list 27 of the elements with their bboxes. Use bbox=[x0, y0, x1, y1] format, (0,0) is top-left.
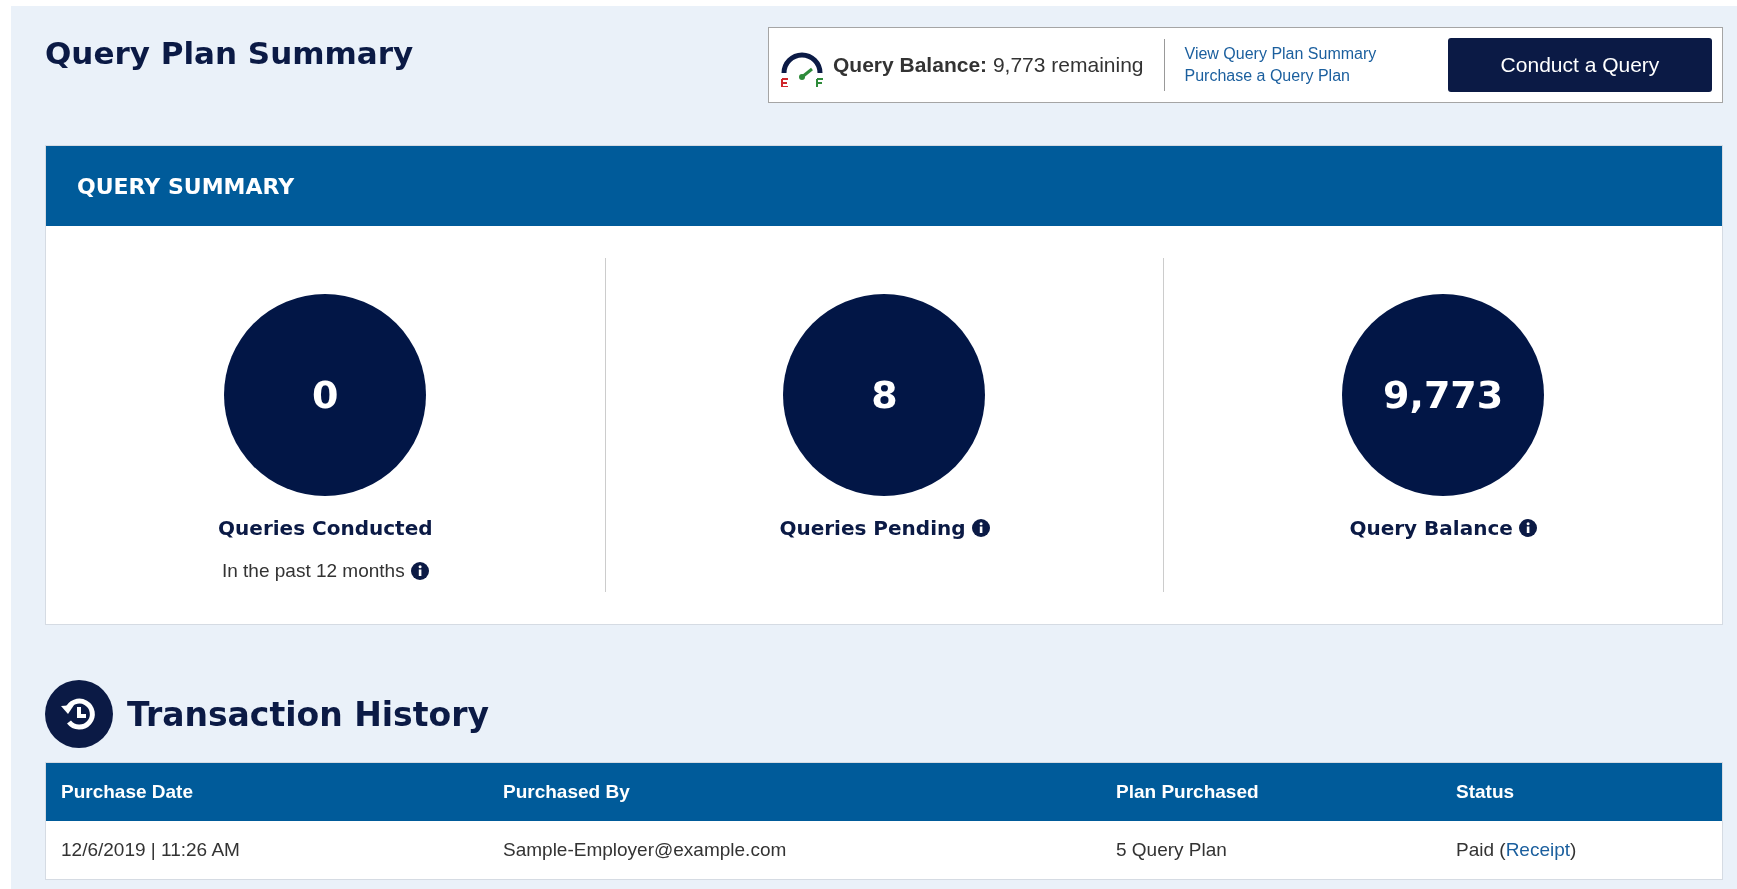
table-cell-text: 12/6/2019 | 11:26 AM bbox=[61, 839, 241, 861]
table-cell-text: Sample-Employer@example.com bbox=[503, 839, 788, 861]
page-title: Query Plan Summary bbox=[45, 35, 414, 71]
column-header: Status bbox=[1456, 781, 1516, 803]
conduct-query-button[interactable]: Conduct a Query bbox=[1448, 38, 1712, 92]
plan-link[interactable]: View Query Plan Summary bbox=[1184, 45, 1377, 63]
stat-label: Queries Pending bbox=[779, 516, 966, 540]
column-header: Purchase Date bbox=[61, 781, 194, 803]
status-cell-text: Paid (Receipt) bbox=[1456, 839, 1578, 861]
info-icon[interactable] bbox=[1518, 519, 1537, 537]
history-title: Transaction History bbox=[127, 694, 489, 734]
column-header: Plan Purchased bbox=[1116, 781, 1260, 803]
query-balance-text: Query Balance: 9,773 remaining bbox=[833, 53, 1144, 77]
plan-link[interactable]: Purchase a Query Plan bbox=[1184, 67, 1377, 85]
stat-note: In the past 12 months bbox=[221, 560, 405, 582]
info-icon[interactable] bbox=[971, 519, 990, 537]
stat-circle: 0 bbox=[224, 294, 427, 496]
table-cell-text: 5 Query Plan bbox=[1116, 839, 1228, 861]
stat-label: Query Balance bbox=[1349, 516, 1513, 540]
receipt-link[interactable]: Receipt bbox=[1505, 839, 1571, 860]
summary-title: QUERY SUMMARY bbox=[77, 173, 295, 199]
history-icon bbox=[45, 680, 113, 748]
stat-label: Queries Conducted bbox=[218, 516, 433, 540]
column-header: Purchased By bbox=[503, 781, 631, 803]
stat-circle: 8 bbox=[783, 294, 986, 496]
info-icon[interactable] bbox=[410, 562, 429, 580]
stat-circle: 9,773 bbox=[1342, 294, 1545, 496]
